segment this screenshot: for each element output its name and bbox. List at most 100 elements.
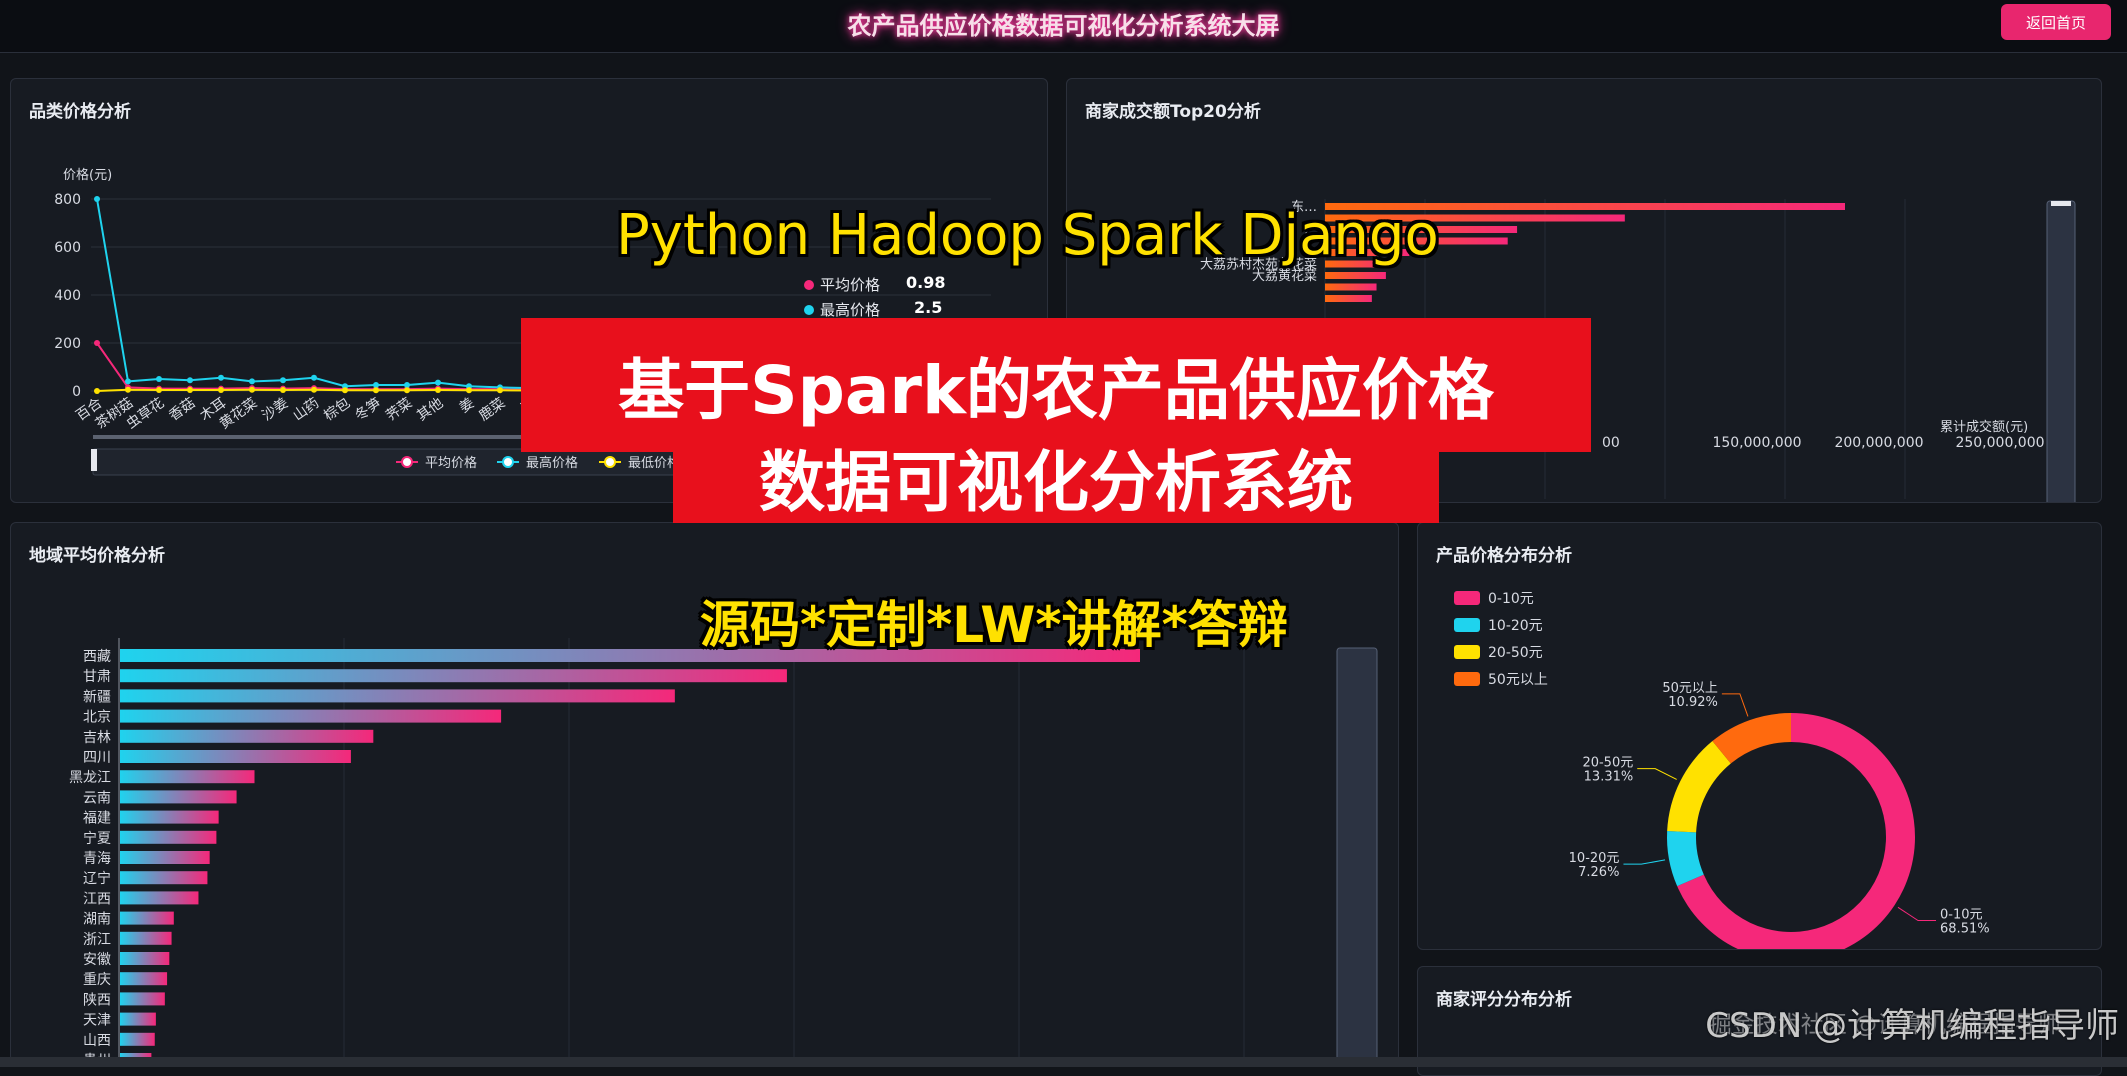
x-tick-label: 沙姜 xyxy=(259,395,291,424)
region-bar xyxy=(120,709,502,723)
donut-label: 20-50元 xyxy=(1582,756,1633,771)
series-point xyxy=(280,377,286,384)
region-label: 福建 xyxy=(83,811,111,827)
merchant-label: 大荔黄花菜 xyxy=(1252,268,1317,284)
x-tick-label: 姜 xyxy=(457,395,478,416)
v-zoom-slider xyxy=(1336,647,1378,1061)
series-point xyxy=(156,376,162,382)
donut-percent: 68.51% xyxy=(1940,921,1990,936)
legend-label: 20-50元 xyxy=(1488,645,1543,661)
region-label: 黑龙江 xyxy=(69,770,111,786)
legend-marker xyxy=(604,456,616,468)
price-donut-chart: 0-10元10-20元20-50元50元以上0-10元68.51%10-20元7… xyxy=(1454,591,1990,949)
region-label: 宁夏 xyxy=(83,830,111,847)
back-home-button[interactable]: 返回首页 xyxy=(2001,4,2111,40)
v-zoom-handle-top xyxy=(2051,201,2071,206)
region-bar xyxy=(120,851,210,864)
series-point xyxy=(373,382,379,388)
series-point xyxy=(249,386,255,393)
region-label: 浙江 xyxy=(83,932,111,948)
dashboard-title: 农产品供应价格数据可视化分析系统大屏 xyxy=(847,12,1280,40)
region-label: 湖南 xyxy=(83,912,111,928)
series-point xyxy=(94,340,100,346)
legend-label: 50元以上 xyxy=(1488,672,1548,688)
y-tick-label: 400 xyxy=(54,288,81,304)
x-tick-label: 山药 xyxy=(290,395,322,424)
x-tick-label: 冬笋 xyxy=(352,394,385,424)
x-tick-label: 150,000,000 xyxy=(1712,435,1801,451)
legend-swatch xyxy=(1454,591,1480,605)
donut-label-line xyxy=(1897,906,1937,921)
donut-label: 50元以上 xyxy=(1662,681,1718,696)
watermark: CSDN @计算机编程指导师 xyxy=(1705,1006,2119,1046)
legend-label: 0-10元 xyxy=(1488,591,1534,607)
region-label: 天津 xyxy=(83,1013,111,1029)
x-axis-title: 累计成交额(元) xyxy=(1940,419,2028,435)
tooltip-avg-dot xyxy=(804,280,814,290)
region-bar xyxy=(120,871,208,885)
series-point xyxy=(311,386,317,393)
series-point xyxy=(125,378,131,385)
x-tick-label: 00 xyxy=(1602,435,1620,451)
region-label: 重庆 xyxy=(83,972,111,988)
price-distribution-panel: 产品价格分布分析 0-10元 10-20元 20-50元 50元以上 0-10元 68.5… xyxy=(1417,522,2102,950)
region-label: 云南 xyxy=(83,790,111,806)
region-label: 西藏 xyxy=(83,649,111,665)
region-label: 陕西 xyxy=(83,992,111,1008)
v-zoom-slider xyxy=(2046,200,2076,502)
legend-label: 平均价格 xyxy=(425,455,477,471)
region-bar xyxy=(120,931,172,945)
region-bar xyxy=(120,911,174,925)
x-tick-label: 棕包 xyxy=(321,395,353,424)
series-point xyxy=(187,377,193,384)
region-bar xyxy=(120,810,219,824)
series-point xyxy=(156,387,162,394)
series-point xyxy=(187,387,193,394)
series-point xyxy=(404,387,410,394)
series-point xyxy=(249,378,255,385)
series-point xyxy=(94,196,100,202)
merchant-bar xyxy=(1325,295,1372,302)
donut-label: 10-20元 xyxy=(1569,851,1620,866)
region-label: 新疆 xyxy=(83,689,111,705)
region-label: 吉林 xyxy=(83,730,111,746)
tooltip-max-dot xyxy=(804,305,814,315)
series-point xyxy=(94,388,100,394)
series-point xyxy=(435,379,441,386)
donut-percent: 7.26% xyxy=(1578,865,1619,880)
series-point xyxy=(435,387,441,394)
donut-label-line xyxy=(1637,768,1677,780)
top-header: 农产品供应价格数据可视化分析系统大屏 返回首页 xyxy=(0,0,2127,53)
region-bar xyxy=(120,952,170,965)
region-bar xyxy=(120,729,374,743)
series-point xyxy=(466,387,472,394)
donut-percent: 10.92% xyxy=(1668,695,1718,710)
merchant-bar xyxy=(1325,283,1377,291)
region-bar xyxy=(120,669,787,683)
region-bar xyxy=(120,689,675,703)
merchant-bar xyxy=(1325,272,1386,279)
series-point xyxy=(342,387,348,394)
series-point xyxy=(311,374,317,381)
tooltip-max-label: 最高价格 xyxy=(820,301,881,319)
series-point xyxy=(373,387,379,394)
series-point xyxy=(218,387,224,394)
region-bar xyxy=(120,830,217,844)
region-label: 四川 xyxy=(83,750,111,766)
y-axis-title: 价格(元) xyxy=(63,167,112,183)
region-label: 江西 xyxy=(83,891,111,907)
region-bar xyxy=(120,770,255,784)
zoom-slider-handle xyxy=(91,449,97,471)
region-label: 北京 xyxy=(83,710,111,726)
x-tick-label: 荠菜 xyxy=(383,395,415,424)
series-point xyxy=(404,382,410,388)
series-point xyxy=(497,387,503,394)
x-tick-label: 其他 xyxy=(414,395,446,424)
y-tick-label: 600 xyxy=(54,240,81,256)
bottom-strip xyxy=(0,1057,2127,1067)
legend-swatch xyxy=(1454,618,1480,632)
x-tick-label: 250,000,000 xyxy=(1955,435,2044,451)
x-tick-label: 香菇 xyxy=(166,395,198,424)
region-bar xyxy=(120,750,351,763)
donut-label: 0-10元 xyxy=(1940,907,1983,922)
